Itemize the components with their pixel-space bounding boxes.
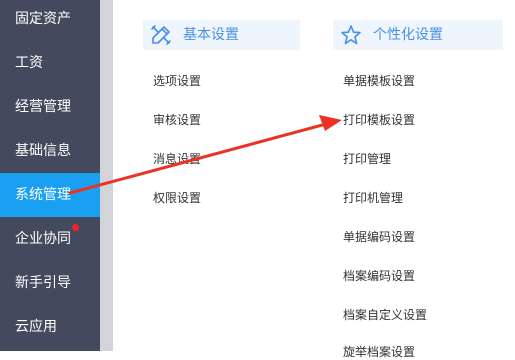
sidebar-item-label: 云应用 xyxy=(15,319,57,335)
star-icon xyxy=(341,25,361,45)
sidebar-item-beginner-guide[interactable]: 新手引导 xyxy=(0,261,100,305)
link-document-code-settings[interactable]: 单据编码设置 xyxy=(343,228,415,245)
link-printer-management[interactable]: 打印机管理 xyxy=(343,189,403,206)
sidebar-item-label: 固定资产 xyxy=(15,11,71,27)
link-message-settings[interactable]: 消息设置 xyxy=(153,150,201,167)
sidebar-item-basic-info[interactable]: 基础信息 xyxy=(0,129,100,173)
notification-dot xyxy=(72,224,79,231)
link-print-template-settings[interactable]: 打印模板设置 xyxy=(343,111,415,128)
link-document-template-settings[interactable]: 单据模板设置 xyxy=(343,72,415,89)
sidebar-item-label: 基础信息 xyxy=(15,143,71,159)
sidebar-item-cloud-apps[interactable]: 云应用 xyxy=(0,305,100,349)
personalization-header: 个性化设置 xyxy=(333,20,503,50)
sidebar-item-label: 新手引导 xyxy=(15,275,71,291)
link-archive-code-settings[interactable]: 档案编码设置 xyxy=(343,267,415,284)
personalization-title: 个性化设置 xyxy=(373,27,443,43)
sidebar-item-label: 工资 xyxy=(15,55,43,71)
sidebar-item-system-management[interactable]: 系统管理 xyxy=(0,173,106,217)
sidebar-item-label: 经营管理 xyxy=(15,99,71,115)
basic-settings-title: 基本设置 xyxy=(183,27,239,43)
link-audit-settings[interactable]: 审核设置 xyxy=(153,111,201,128)
sidebar-item-payroll[interactable]: 工资 xyxy=(0,41,100,85)
sidebar-item-fixed-assets[interactable]: 固定资产 xyxy=(0,0,100,41)
link-permission-settings[interactable]: 权限设置 xyxy=(153,189,201,206)
pencil-ruler-icon xyxy=(151,25,171,45)
link-print-management[interactable]: 打印管理 xyxy=(343,150,391,167)
link-option-settings[interactable]: 选项设置 xyxy=(153,72,201,89)
basic-settings-header: 基本设置 xyxy=(143,20,300,50)
sidebar-item-enterprise-collaboration[interactable]: 企业协同 xyxy=(0,217,100,261)
sidebar-item-label: 企业协同 xyxy=(15,231,71,247)
sidebar-item-label: 系统管理 xyxy=(15,187,71,203)
link-archive-extra-settings[interactable]: 旋举档案设置 xyxy=(343,343,415,360)
sidebar-divider xyxy=(100,0,113,351)
sidebar: 固定资产 工资 经营管理 基础信息 系统管理 企业协同 新手引导 云应用 xyxy=(0,0,106,351)
sidebar-item-business-management[interactable]: 经营管理 xyxy=(0,85,100,129)
link-archive-custom-settings[interactable]: 档案自定义设置 xyxy=(343,306,427,323)
